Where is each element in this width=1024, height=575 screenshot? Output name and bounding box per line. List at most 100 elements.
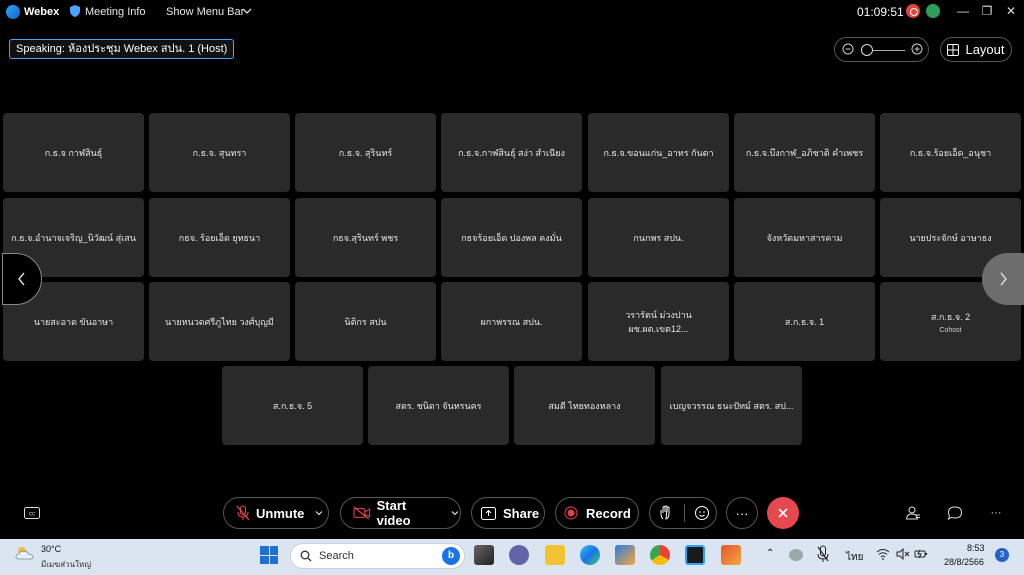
emoji-reaction-icon[interactable] (694, 505, 710, 521)
taskbar-clock-time[interactable]: 8:53 (967, 543, 985, 553)
grid-layout-icon (947, 43, 960, 56)
participant-tile[interactable]: ส.ก.ธ.จ. 5 (222, 366, 363, 445)
zoom-in-icon[interactable] (911, 43, 924, 56)
participant-tile[interactable]: กนกพร สปน. (588, 198, 729, 277)
participant-name: กธจร้อยเอ็ด ปองพล คงมั่น (461, 232, 562, 243)
active-speaker-label: Speaking: ห้องประชุม Webex สปน. 1 (Host) (9, 39, 235, 59)
participant-tile[interactable]: ก.ธ.จ.ร้อยเอ็ด_อนุชา (880, 113, 1021, 192)
meeting-timer: 01:09:51 (857, 5, 904, 19)
chrome-browser-icon[interactable] (650, 545, 670, 565)
meeting-info-button[interactable]: Meeting Info (85, 6, 146, 18)
participant-tile[interactable]: นิติกร สปน (295, 282, 436, 361)
weather-description[interactable]: มีเมฆส่วนใหญ่ (41, 558, 91, 571)
windows-start-button[interactable] (260, 546, 278, 564)
participant-tile[interactable]: ผกาพรรณ สปน. (441, 282, 582, 361)
participant-name: ส.ก.ธ.จ. 5 (272, 400, 313, 411)
zoom-handle[interactable] (861, 44, 873, 56)
microsoft-store-icon[interactable] (615, 545, 635, 565)
chevron-left-icon (18, 272, 25, 286)
close-icon (778, 508, 788, 518)
participant-tile[interactable]: ก.ธ.จ กาฬสินธุ์ (3, 113, 144, 192)
webex-taskbar-icon[interactable] (685, 545, 705, 565)
participant-name: ก.ธ.จ.ขอนแก่น_อาทร กันตา (603, 147, 714, 158)
participant-name: ส.ก.ธ.จ. 1 (784, 316, 825, 327)
chevron-right-icon (1000, 272, 1007, 286)
more-panels-button[interactable]: ··· (987, 504, 1005, 522)
leave-meeting-button[interactable] (767, 497, 799, 529)
search-icon (300, 550, 312, 562)
more-options-button[interactable]: ··· (726, 497, 758, 529)
battery-icon[interactable] (914, 548, 928, 560)
webex-tray-icon[interactable] (789, 549, 803, 561)
minimize-button[interactable]: — (952, 2, 974, 20)
participant-name: เบญจวรรณ ธนะปัทม์ สตร. สป... (669, 400, 794, 411)
zoom-out-icon[interactable] (842, 43, 855, 56)
participant-tile[interactable]: กธจ. ร้อยเอ็ด ยุทธนา (149, 198, 290, 277)
start-video-label: Start video (376, 498, 411, 528)
record-icon (564, 506, 578, 520)
notification-badge[interactable]: 3 (995, 548, 1009, 562)
unmute-button[interactable]: Unmute (223, 497, 329, 529)
snipping-tool-icon[interactable] (721, 545, 741, 565)
bing-icon[interactable]: b (442, 547, 460, 565)
participant-tile[interactable]: ก.ธ.จ. สุรินทร์ (295, 113, 436, 192)
layout-button[interactable]: Layout (940, 37, 1012, 62)
microphone-muted-icon[interactable] (817, 545, 829, 563)
search-placeholder: Search (319, 550, 354, 562)
participant-name: จังหวัดมหาสารคาม (766, 232, 843, 243)
participant-tile[interactable]: กธจร้อยเอ็ด ปองพล คงมั่น (441, 198, 582, 277)
participant-tile[interactable]: ก.ธ.จ.บึงกาฬ_อภิชาติ คำเพชร (734, 113, 875, 192)
recording-indicator-icon (906, 4, 920, 18)
chevron-up-icon[interactable]: ⌃ (766, 548, 774, 559)
participant-tile[interactable]: สตร. ชนิดา จันทรนคร (368, 366, 509, 445)
start-tile (260, 555, 269, 564)
webex-meeting-window: Webex Meeting Info Show Menu Bar 01:09:5… (0, 0, 1024, 575)
participant-tile[interactable]: กธจ.สุรินทร์ พชร (295, 198, 436, 277)
record-button[interactable]: Record (555, 497, 639, 529)
close-window-button[interactable]: ✕ (1000, 2, 1022, 20)
wifi-icon[interactable] (876, 548, 890, 560)
participants-panel-button[interactable] (904, 504, 922, 522)
input-language-indicator[interactable]: ไทย (846, 550, 863, 565)
more-options-label: ··· (735, 505, 749, 521)
participant-tile[interactable]: ก.ธ.จ.กาฬสินธุ์ สง่า สำเนียง (441, 113, 582, 192)
participant-tile[interactable]: สมดี ไทยทองหลาง (514, 366, 655, 445)
edge-browser-icon[interactable] (580, 545, 600, 565)
zoom-slider[interactable] (834, 37, 929, 62)
layout-label: Layout (965, 42, 1005, 57)
taskbar-clock-date[interactable]: 28/8/2566 (944, 557, 984, 567)
participant-tile[interactable]: วรารัตน์ ม่วงปาน ผช.ผต.เขต12... (588, 282, 729, 361)
participant-name: ก.ธ.จ.บึงกาฬ_อภิชาติ คำเพชร (745, 147, 864, 158)
cloudy-weather-icon[interactable] (14, 545, 36, 561)
shield-icon (70, 5, 80, 17)
participant-tile[interactable]: นายหนวดศรีภูไทย วงศ์บุญมี (149, 282, 290, 361)
restore-button[interactable]: ❐ (976, 2, 998, 20)
show-menu-bar-button[interactable]: Show Menu Bar (166, 6, 244, 18)
closed-captions-icon[interactable]: cc (23, 504, 41, 522)
participant-tile[interactable]: จังหวัดมหาสารคาม (734, 198, 875, 277)
chevron-down-icon[interactable] (314, 508, 324, 518)
speaker-muted-icon[interactable] (896, 548, 910, 560)
participant-tile[interactable]: ก.ธ.จ. สุนทรา (149, 113, 290, 192)
microphone-muted-icon (236, 505, 250, 521)
chevron-down-icon[interactable] (450, 508, 460, 518)
participant-name: ก.ธ.จ.ร้อยเอ็ด_อนุชา (909, 147, 992, 158)
raise-hand-icon[interactable] (658, 505, 674, 521)
network-status-icon[interactable] (926, 4, 940, 18)
chevron-down-icon[interactable] (241, 5, 253, 17)
participant-tile[interactable]: เบญจวรรณ ธนะปัทม์ สตร. สป... (661, 366, 802, 445)
webex-logo-icon (6, 5, 20, 19)
participant-name: กธจ. ร้อยเอ็ด ยุทธนา (178, 232, 261, 243)
share-button[interactable]: Share (471, 497, 545, 529)
file-explorer-icon[interactable] (545, 545, 565, 565)
taskbar-search-box[interactable]: Search b (290, 543, 465, 569)
start-tile (269, 555, 278, 564)
start-tile (260, 546, 269, 555)
teams-chat-icon[interactable] (509, 545, 529, 565)
start-video-button[interactable]: Start video (340, 497, 461, 529)
weather-temperature[interactable]: 30°C (41, 544, 61, 554)
chat-panel-button[interactable] (946, 504, 964, 522)
task-view-icon[interactable] (474, 545, 494, 565)
participant-tile[interactable]: ก.ธ.จ.ขอนแก่น_อาทร กันตา (588, 113, 729, 192)
participant-tile[interactable]: ส.ก.ธ.จ. 1 (734, 282, 875, 361)
